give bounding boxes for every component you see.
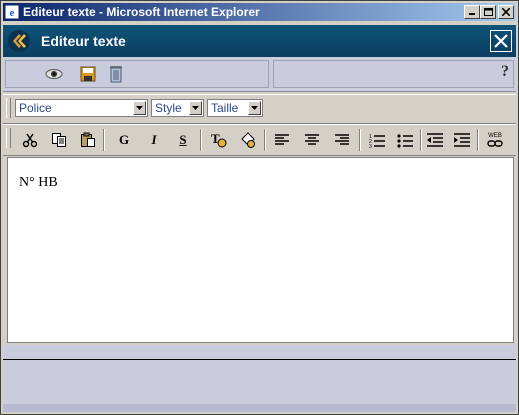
- ie-icon: e: [5, 5, 19, 19]
- window-title: Editeur texte - Microsoft Internet Explo…: [23, 5, 260, 19]
- align-center-button[interactable]: [301, 129, 323, 151]
- window-close-button[interactable]: [498, 5, 514, 19]
- copy-icon: [52, 133, 66, 147]
- maximize-icon: [483, 8, 493, 16]
- close-icon: [494, 34, 508, 48]
- indent-button[interactable]: [451, 129, 473, 151]
- toolbar-separator: [359, 129, 361, 151]
- cut-button[interactable]: [19, 129, 41, 151]
- numbered-list-icon: 123: [369, 134, 385, 148]
- app-title: Editeur texte: [41, 33, 126, 49]
- align-left-button[interactable]: [271, 129, 293, 151]
- chevron-down-icon: [189, 101, 202, 115]
- bullet-list-button[interactable]: [394, 129, 416, 151]
- eye-icon: [45, 69, 63, 79]
- browser-window: e Editeur texte - Microsoft Internet Exp…: [0, 0, 519, 415]
- editor-content[interactable]: N° HB: [19, 175, 58, 191]
- text-color-icon: T: [211, 131, 227, 148]
- bold-button[interactable]: G: [113, 129, 135, 151]
- scissors-icon: [22, 133, 38, 148]
- save-button[interactable]: [76, 63, 100, 85]
- close-icon: [502, 8, 510, 16]
- align-right-icon: [335, 134, 349, 145]
- style-select[interactable]: Style: [151, 99, 204, 117]
- align-right-button[interactable]: [331, 129, 353, 151]
- toolbar-grip[interactable]: [6, 98, 11, 118]
- style-select-label: Style: [155, 101, 182, 115]
- highlight-button[interactable]: [237, 129, 259, 151]
- app-logo-icon: [7, 29, 31, 53]
- bullet-list-icon: [397, 134, 413, 148]
- web-link-button[interactable]: WEB: [484, 129, 506, 151]
- paste-button[interactable]: [77, 129, 99, 151]
- paste-icon: [81, 132, 95, 147]
- chevron-down-icon: [248, 101, 261, 115]
- action-toolbar: ?: [3, 57, 516, 92]
- toolbar-separator: [103, 129, 105, 151]
- italic-button[interactable]: I: [143, 129, 165, 151]
- chevron-down-icon: [133, 101, 146, 115]
- format-toolbar: G I S T 123 WEB: [3, 124, 516, 156]
- copy-button[interactable]: [48, 129, 70, 151]
- window-title-bar[interactable]: e Editeur texte - Microsoft Internet Exp…: [3, 3, 516, 21]
- action-toolbar-left: [5, 60, 269, 88]
- minimize-button[interactable]: [464, 5, 480, 19]
- outdent-button[interactable]: [424, 129, 446, 151]
- save-icon: [80, 66, 96, 82]
- delete-button[interactable]: [104, 63, 128, 85]
- text-color-button[interactable]: T: [208, 129, 230, 151]
- numbered-list-button[interactable]: 123: [366, 129, 388, 151]
- chain-link-icon: [487, 139, 503, 147]
- toolbar-grip[interactable]: [6, 128, 11, 148]
- maximize-button[interactable]: [480, 5, 496, 19]
- toolbar-separator: [200, 129, 202, 151]
- text-editor-area[interactable]: N° HB: [7, 157, 514, 343]
- indent-icon: [454, 133, 470, 147]
- font-family-select[interactable]: Police: [15, 99, 148, 117]
- app-header: Editeur texte: [3, 25, 516, 57]
- svg-text:e: e: [10, 7, 15, 19]
- align-center-icon: [305, 134, 319, 145]
- help-button[interactable]: ?: [501, 63, 509, 81]
- trash-icon: [110, 66, 122, 83]
- font-family-select-label: Police: [19, 101, 52, 115]
- svg-text:3: 3: [369, 144, 372, 148]
- bottom-panel: [3, 360, 516, 404]
- bottom-edge: [3, 404, 516, 412]
- toolbar-separator: [477, 129, 479, 151]
- action-toolbar-right: ?: [273, 60, 514, 88]
- size-select-label: Taille: [211, 101, 239, 115]
- outdent-icon: [427, 133, 443, 147]
- paint-bucket-icon: [241, 132, 255, 148]
- align-left-icon: [275, 134, 289, 145]
- underline-button[interactable]: S: [172, 129, 194, 151]
- toolbar-separator: [264, 129, 266, 151]
- size-select[interactable]: Taille: [207, 99, 263, 117]
- status-bar: [3, 345, 516, 360]
- toolbar-separator: [420, 129, 422, 151]
- app-close-button[interactable]: [490, 30, 512, 52]
- font-toolbar: Police Style Taille: [3, 94, 516, 124]
- minimize-icon: [469, 13, 475, 15]
- preview-button[interactable]: [42, 63, 66, 85]
